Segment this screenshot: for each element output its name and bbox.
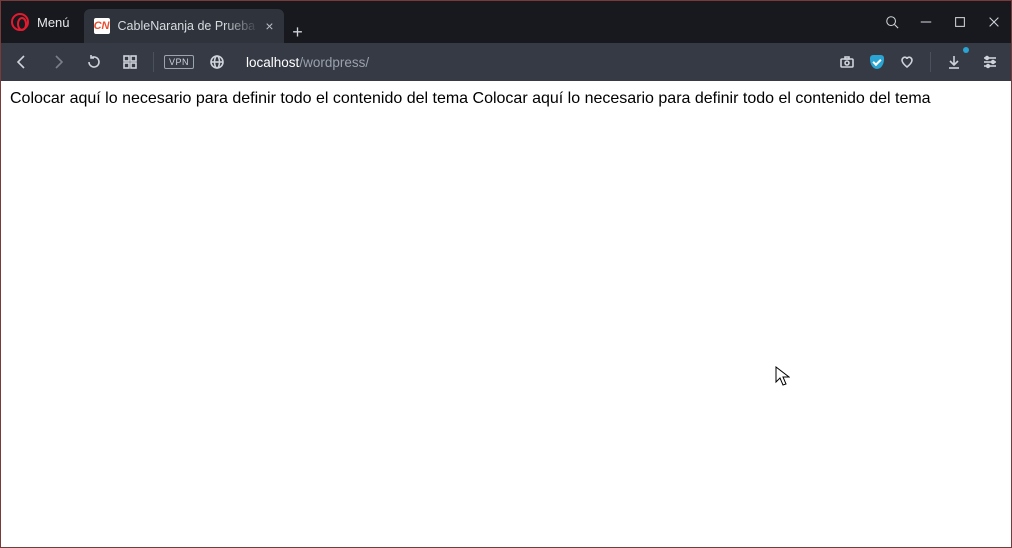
window-controls	[875, 1, 1011, 43]
forward-button[interactable]	[45, 49, 71, 75]
minimize-button[interactable]	[909, 1, 943, 43]
new-tab-button[interactable]: +	[284, 22, 312, 43]
tab-active[interactable]: CN CableNaranja de Prueba - C ×	[84, 9, 284, 43]
title-bar: Menú CN CableNaranja de Prueba - C × +	[1, 1, 1011, 43]
back-button[interactable]	[9, 49, 35, 75]
reload-button[interactable]	[81, 49, 107, 75]
page-viewport: Colocar aquí lo necesario para definir t…	[1, 81, 1011, 547]
address-path: /wordpress/	[299, 55, 369, 70]
opera-logo-icon[interactable]	[11, 13, 29, 31]
speed-dial-icon[interactable]	[117, 49, 143, 75]
separator	[930, 52, 931, 72]
site-info-globe-icon[interactable]	[204, 49, 230, 75]
maximize-button[interactable]	[943, 1, 977, 43]
address-host: localhost	[246, 55, 299, 70]
toolbar-right	[834, 49, 1003, 75]
vpn-badge[interactable]: VPN	[164, 55, 194, 69]
separator	[153, 52, 154, 72]
close-window-button[interactable]	[977, 1, 1011, 43]
tab-favicon-icon: CN	[94, 18, 110, 34]
adblock-shield-icon[interactable]	[870, 55, 884, 69]
downloads-badge-dot	[963, 47, 969, 53]
heart-icon[interactable]	[894, 49, 920, 75]
tab-strip: CN CableNaranja de Prueba - C × +	[84, 1, 312, 43]
browser-window: Menú CN CableNaranja de Prueba - C × + V…	[0, 0, 1012, 548]
tab-close-icon[interactable]: ×	[265, 18, 273, 34]
easy-setup-icon[interactable]	[977, 49, 1003, 75]
downloads-icon[interactable]	[941, 49, 967, 75]
toolbar: VPN localhost/wordpress/	[1, 43, 1011, 81]
tab-title: CableNaranja de Prueba - C	[118, 19, 260, 33]
menu-button[interactable]: Menú	[37, 15, 70, 30]
address-bar[interactable]: localhost/wordpress/	[246, 55, 816, 70]
search-tabs-icon[interactable]	[875, 1, 909, 43]
page-body-text: Colocar aquí lo necesario para definir t…	[10, 90, 931, 107]
snapshot-icon[interactable]	[834, 49, 860, 75]
